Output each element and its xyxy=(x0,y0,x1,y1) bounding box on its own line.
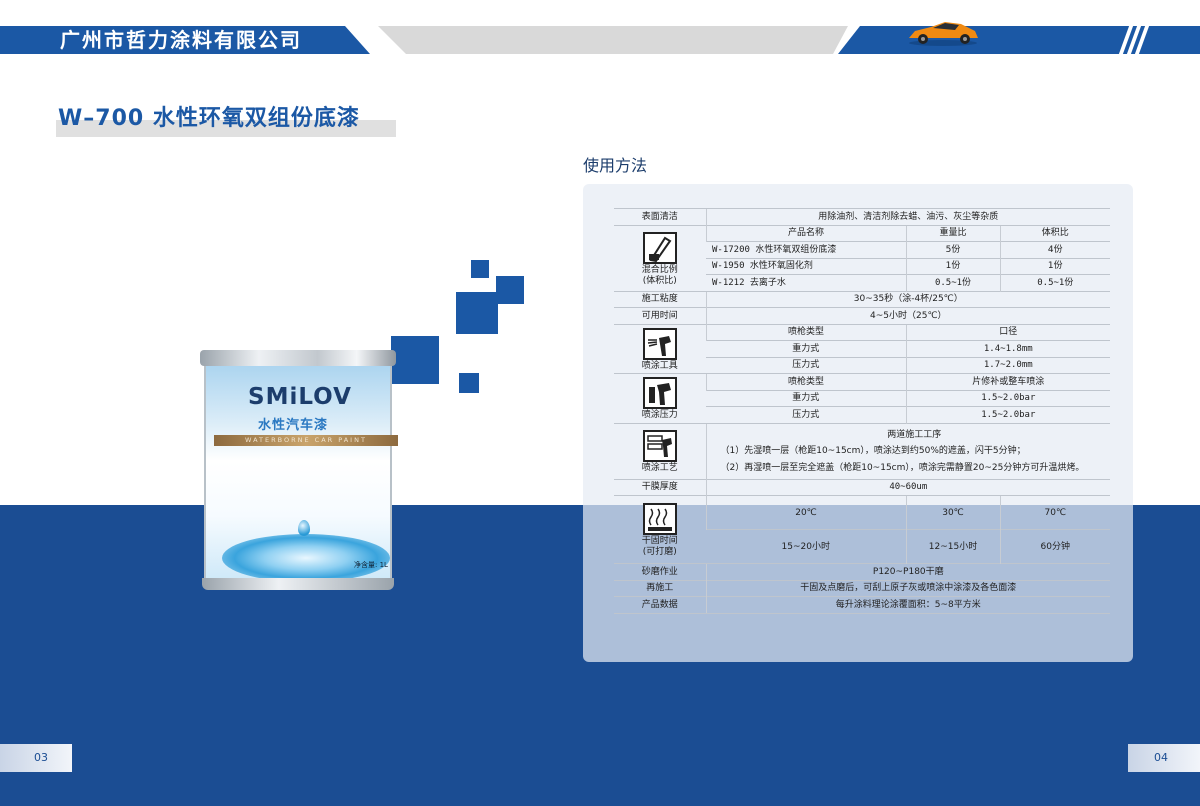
drying-temp: 20℃ xyxy=(705,495,906,530)
row-label: 干膜厚度 xyxy=(614,478,706,496)
deco-square xyxy=(456,292,498,334)
spray-pressure-label-cell: 喷涂压力 xyxy=(614,373,706,423)
spray-pressure-cell: 1.5~2.0bar xyxy=(905,406,1111,423)
mixing-cell: W-1212 去离子水 xyxy=(706,274,906,291)
row-value: P120~P180干磨 xyxy=(705,563,1111,580)
mixing-header-weight: 重量比 xyxy=(905,224,1000,242)
row-label: 可用时间 xyxy=(614,307,706,324)
mixing-cell: 0.5~1份 xyxy=(999,274,1111,291)
drying-time: 12~15小时 xyxy=(905,529,1000,564)
spray-pressure-header: 片修补或整车喷涂 xyxy=(905,373,1111,390)
drying-heat-icon xyxy=(642,503,677,535)
row-label: 产品数据 xyxy=(614,596,706,614)
mixing-stick-icon xyxy=(642,231,677,264)
table-row: 可用时间 4~5小时（25℃） xyxy=(614,307,1111,324)
mixing-cell: 5份 xyxy=(905,241,1000,258)
mixing-cell: W-17200 水性环氧双组份底漆 xyxy=(706,241,906,258)
process-step: （2）再湿喷一层至完全遮盖（枪距10~15cm），喷涂完需静置20~25分钟方可… xyxy=(720,462,1085,473)
mixing-cell: 1份 xyxy=(999,257,1111,275)
page-number-right: 04 xyxy=(1128,744,1200,772)
spray-tool-label-cell: 喷涂工具 xyxy=(614,323,706,374)
table-row: 干膜厚度 40~60um xyxy=(614,478,1111,496)
row-value: 40~60um xyxy=(705,478,1111,496)
can-brand-cn: 水性汽车漆 xyxy=(258,418,329,433)
sports-car-icon xyxy=(909,22,978,46)
spray-gun-icon xyxy=(642,327,677,360)
usage-table: 表面清洁 用除油剂、清洁剂除去蜡、油污、灰尘等杂质 混合比例 (体积比) 产品名… xyxy=(614,208,1111,614)
process-heading: 两道施工工序 xyxy=(887,429,942,440)
row-value: 用除油剂、清洁剂除去蜡、油污、灰尘等杂质 xyxy=(705,208,1111,225)
can-rim xyxy=(200,350,396,366)
deco-square xyxy=(391,336,439,384)
mixing-cell: W-1950 水性环氧固化剂 xyxy=(706,257,906,275)
can-brand: SMiLOV xyxy=(248,384,352,410)
mixing-header-name: 产品名称 xyxy=(705,224,906,242)
row-label: 表面清洁 xyxy=(614,208,706,225)
row-value: 4~5小时（25℃） xyxy=(705,307,1111,324)
drying-temp: 30℃ xyxy=(905,495,1000,530)
company-name: 广州市哲力涂料有限公司 xyxy=(60,28,302,52)
spray-pressure-cell: 重力式 xyxy=(706,389,906,407)
spray-pressure-cell: 1.5~2.0bar xyxy=(905,389,1111,407)
table-row: 喷涂压力 喷枪类型 片修补或整车喷涂 xyxy=(614,373,1111,423)
process-step: （1）先湿喷一层（枪距10~15cm），喷涂达到约50%的遮盖，闪干5分钟； xyxy=(720,445,1026,456)
usage-title: 使用方法 xyxy=(583,156,648,175)
deco-square xyxy=(471,260,489,278)
drying-label-cell: 干固时间 (可打磨) xyxy=(614,495,706,564)
spray-pressure-cell: 压力式 xyxy=(706,406,906,423)
table-row: 产品数据 每升涂料理论涂覆面积：5~8平方米 xyxy=(614,596,1111,614)
row-value: 30~35秒（涂-4杯/25℃） xyxy=(705,290,1111,308)
can-net-content: 净含量: 1L xyxy=(354,561,388,569)
drying-temp: 70℃ xyxy=(999,495,1111,530)
drying-label: 干固时间 (可打磨) xyxy=(641,536,678,557)
can-band: WATERBORNE CAR PAINT xyxy=(214,435,398,446)
header-stripes xyxy=(1118,26,1152,54)
row-label: 施工粘度 xyxy=(614,290,706,308)
drying-time: 15~20小时 xyxy=(706,529,906,564)
water-drop-icon xyxy=(298,520,310,536)
table-row: 施工粘度 30~35秒（涂-4杯/25℃） xyxy=(614,290,1111,308)
table-row: 喷涂工艺 两道施工工序 （1）先湿喷一层（枪距10~15cm），喷涂达到约50%… xyxy=(614,422,1111,479)
spray-gun-pressure-icon xyxy=(642,377,677,410)
table-row: 混合比例 (体积比) 产品名称 重量比 体积比 xyxy=(614,224,1111,291)
spray-tool-cell: 1.7~2.0mm xyxy=(905,356,1111,374)
deco-square xyxy=(496,276,524,304)
spray-tool-cell: 1.4~1.8mm xyxy=(905,340,1111,357)
water-splash xyxy=(222,534,390,582)
can-body: SMiLOV 水性汽车漆 WATERBORNE CAR PAINT 净含量: 1… xyxy=(204,362,398,582)
mixing-header-volume: 体积比 xyxy=(999,224,1111,242)
row-label: 再施工 xyxy=(614,579,706,597)
row-label: 砂磨作业 xyxy=(614,563,706,580)
spray-tool-header: 口径 xyxy=(905,323,1111,341)
spray-pressure-label: 喷涂压力 xyxy=(641,410,678,421)
mixing-label: 混合比例 (体积比) xyxy=(641,264,678,286)
process-label: 喷涂工艺 xyxy=(641,463,678,473)
process-label-cell: 喷涂工艺 xyxy=(614,422,706,479)
mixing-cell: 4份 xyxy=(999,241,1111,258)
mixing-label-cell: 混合比例 (体积比) xyxy=(614,224,706,291)
spray-tool-cell: 重力式 xyxy=(706,340,906,357)
paint-can-image: SMiLOV 水性汽车漆 WATERBORNE CAR PAINT 净含量: 1… xyxy=(198,350,398,592)
table-row: 砂磨作业 P120~P180干磨 xyxy=(614,563,1111,580)
table-row: 干固时间 (可打磨) 20℃ 30℃ 70℃ xyxy=(614,495,1111,564)
page-number-left: 03 xyxy=(0,744,72,772)
deco-square xyxy=(459,373,479,393)
row-value: 每升涂料理论涂覆面积：5~8平方米 xyxy=(705,596,1111,614)
spray-tool-cell: 压力式 xyxy=(706,356,906,374)
can-bottom xyxy=(202,578,394,590)
drying-time: 60分钟 xyxy=(999,529,1111,564)
row-value: 干固及点磨后，可刮上原子灰或喷涂中涂漆及各色面漆 xyxy=(705,579,1111,597)
table-row: 再施工 干固及点磨后，可刮上原子灰或喷涂中涂漆及各色面漆 xyxy=(614,579,1111,597)
spray-tool-label: 喷涂工具 xyxy=(641,360,678,371)
spray-pressure-header: 喷枪类型 xyxy=(705,373,906,390)
spray-tool-header: 喷枪类型 xyxy=(705,323,906,341)
header-middle-bar xyxy=(378,26,848,54)
product-title: W–700 水性环氧双组份底漆 xyxy=(58,106,360,131)
process-cell: 两道施工工序 （1）先湿喷一层（枪距10~15cm），喷涂达到约50%的遮盖，闪… xyxy=(705,422,1111,479)
table-row: 表面清洁 用除油剂、清洁剂除去蜡、油污、灰尘等杂质 xyxy=(614,208,1111,225)
spray-process-icon xyxy=(642,430,677,462)
table-row: 喷涂工具 喷枪类型 口径 xyxy=(614,323,1111,374)
mixing-cell: 1份 xyxy=(905,257,1000,275)
mixing-cell: 0.5~1份 xyxy=(905,274,1000,291)
